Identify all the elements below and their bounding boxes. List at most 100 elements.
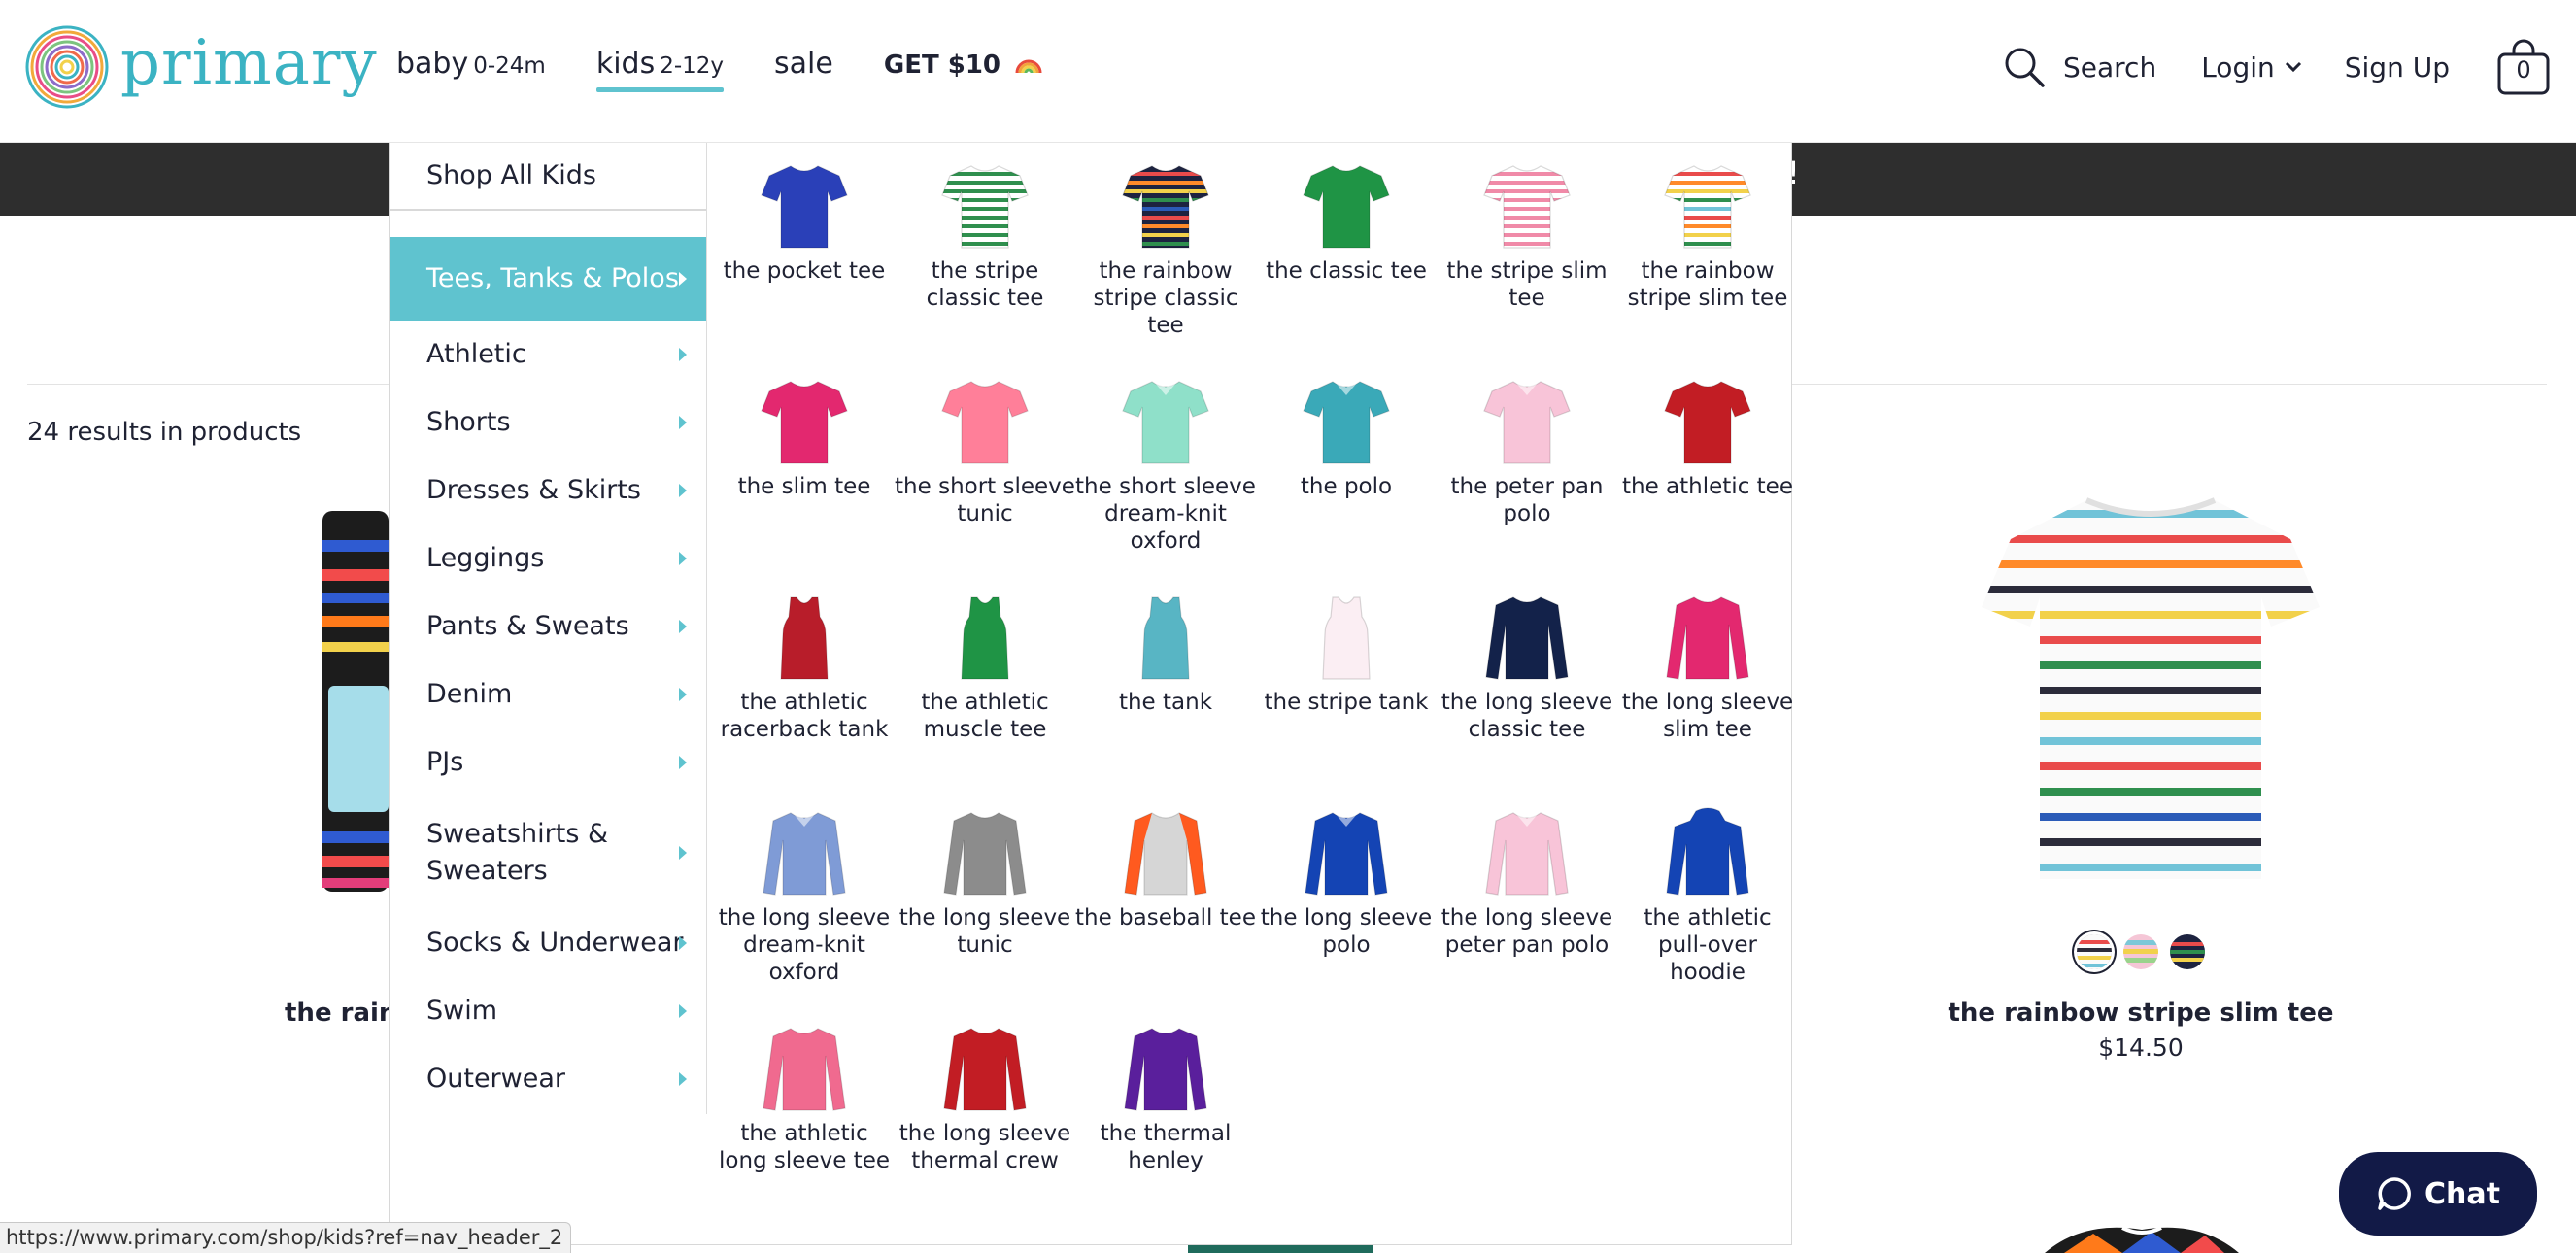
category-item[interactable]: Denim xyxy=(390,660,706,728)
product-tile[interactable]: the athletic racerback tank xyxy=(714,592,895,743)
chat-label: Chat xyxy=(2424,1176,2500,1211)
product-tile[interactable]: the athletic tee xyxy=(1617,376,1798,500)
site-header: primary baby 0-24m kids 2-12y sale GET $10 xyxy=(0,0,2576,143)
product-tile[interactable]: the athletic pull-over hoodie xyxy=(1617,807,1798,986)
product-tile[interactable]: the rainbow stripe slim tee xyxy=(1617,160,1798,312)
caret-right-icon xyxy=(679,620,687,633)
nav-sale[interactable]: sale xyxy=(774,47,833,81)
category-item[interactable]: PJs xyxy=(390,728,706,796)
signup-link[interactable]: Sign Up xyxy=(2345,51,2450,84)
category-label: Athletic xyxy=(426,339,526,369)
category-item[interactable]: Sweatshirts & Sweaters xyxy=(390,796,706,909)
product-tile[interactable]: the stripe slim tee xyxy=(1437,160,1617,312)
category-label: Sweatshirts & Sweaters xyxy=(426,819,609,886)
category-label: Shorts xyxy=(426,407,511,437)
product-tile[interactable]: the short sleeve tunic xyxy=(895,376,1075,527)
product-tile-label: the long sleeve tunic xyxy=(898,905,1071,958)
product-tile-label: the athletic long sleeve tee xyxy=(718,1121,890,1173)
garment-thumbnail xyxy=(1485,811,1569,896)
product-tile[interactable]: the pocket tee xyxy=(714,160,895,285)
product-tile[interactable]: the baseball tee xyxy=(1075,807,1256,931)
caret-right-icon xyxy=(679,552,687,565)
swatch-rainbow-white[interactable] xyxy=(2077,934,2112,969)
product-tile-label: the pocket tee xyxy=(723,258,886,284)
logo[interactable]: primary xyxy=(25,25,378,109)
search-icon xyxy=(2005,48,2045,87)
product-tile[interactable]: the peter pan polo xyxy=(1437,376,1617,527)
product-tile-label: the short sleeve tunic xyxy=(895,474,1075,526)
garment-thumbnail xyxy=(1664,381,1751,464)
product-tile-label: the long sleeve thermal crew xyxy=(898,1121,1071,1173)
category-item[interactable]: Tees, Tanks & Polos xyxy=(390,237,706,321)
login-dropdown[interactable]: Login xyxy=(2201,51,2302,84)
product-image[interactable] xyxy=(1970,481,2331,898)
search-label: Search xyxy=(2063,51,2157,84)
nav-sale-label: sale xyxy=(774,47,833,81)
product-image-peek xyxy=(2025,1216,2258,1253)
caret-right-icon xyxy=(679,484,687,497)
search-button[interactable]: Search xyxy=(2003,46,2156,88)
nav-kids[interactable]: kids 2-12y xyxy=(595,47,725,92)
product-title[interactable]: the rainbow stripe slim tee xyxy=(1943,999,2339,1028)
category-item[interactable]: Dresses & Skirts xyxy=(390,457,706,525)
garment-thumbnail xyxy=(1483,380,1571,464)
garment-thumbnail xyxy=(1122,380,1209,464)
category-item[interactable]: Pants & Sweats xyxy=(390,593,706,660)
nav-baby[interactable]: baby 0-24m xyxy=(396,47,546,81)
product-tile[interactable]: the long sleeve polo xyxy=(1256,807,1437,959)
chat-button[interactable]: Chat xyxy=(2339,1152,2537,1236)
category-item[interactable]: Outerwear xyxy=(390,1045,706,1113)
product-tile[interactable]: the long sleeve dream-knit oxford xyxy=(714,807,895,986)
category-label: Outerwear xyxy=(426,1064,566,1094)
category-label: Leggings xyxy=(426,543,545,573)
product-tile-label: the athletic racerback tank xyxy=(720,690,889,742)
caret-right-icon xyxy=(679,416,687,429)
product-tile[interactable]: the classic tee xyxy=(1256,160,1437,285)
shop-all-kids-link[interactable]: Shop All Kids xyxy=(426,160,596,190)
product-tile[interactable]: the long sleeve thermal crew xyxy=(895,1023,1075,1174)
logo-rings-icon xyxy=(25,25,109,109)
category-label: Swim xyxy=(426,996,498,1026)
divider xyxy=(390,209,706,211)
product-image-peek xyxy=(1188,1245,1373,1253)
product-tile[interactable]: the thermal henley xyxy=(1075,1023,1256,1174)
nav-get-10[interactable]: GET $10 xyxy=(884,50,1042,80)
product-tile[interactable]: the tank xyxy=(1075,592,1256,716)
patterned-sweater-image xyxy=(2045,1226,2239,1253)
product-tile[interactable]: the long sleeve slim tee xyxy=(1617,592,1798,743)
category-label: PJs xyxy=(426,747,464,777)
nav-baby-label: baby xyxy=(396,47,469,81)
product-tile[interactable]: the athletic muscle tee xyxy=(895,592,1075,743)
product-tile[interactable]: the stripe classic tee xyxy=(895,160,1075,312)
category-item[interactable]: Shorts xyxy=(390,389,706,457)
product-tile-label: the peter pan polo xyxy=(1450,474,1604,526)
swatch-rainbow-pastel[interactable] xyxy=(2123,934,2158,969)
swatch-rainbow-navy[interactable] xyxy=(2170,934,2205,969)
category-label: Dresses & Skirts xyxy=(426,475,641,505)
product-tile[interactable]: the long sleeve tunic xyxy=(895,807,1075,959)
product-tile[interactable]: the rainbow stripe classic tee xyxy=(1075,160,1256,339)
category-item[interactable]: Athletic xyxy=(390,321,706,389)
category-item[interactable]: Leggings xyxy=(390,525,706,593)
product-tile[interactable]: the long sleeve peter pan polo xyxy=(1437,807,1617,959)
category-item[interactable]: Swim xyxy=(390,977,706,1045)
caret-right-icon xyxy=(679,1072,687,1086)
product-tile[interactable]: the athletic long sleeve tee xyxy=(714,1023,895,1174)
product-tile[interactable]: the polo xyxy=(1256,376,1437,500)
cart-count: 0 xyxy=(2516,56,2531,84)
garment-thumbnail xyxy=(1322,596,1371,680)
product-tile[interactable]: the long sleeve classic tee xyxy=(1437,592,1617,743)
product-image-partial[interactable] xyxy=(319,511,389,892)
utility-nav: Search Login Sign Up 0 xyxy=(2003,39,2576,95)
product-tile-label: the rainbow stripe classic tee xyxy=(1093,258,1238,338)
category-item[interactable]: Socks & Underwear xyxy=(390,909,706,977)
product-tile[interactable]: the slim tee xyxy=(714,376,895,500)
product-tile[interactable]: the short sleeve dream-knit oxford xyxy=(1075,376,1256,555)
swatch-rainbow-navy-icon xyxy=(2170,934,2205,969)
product-tile-label: the stripe tank xyxy=(1264,690,1429,715)
cart-button[interactable]: 0 xyxy=(2496,39,2551,95)
product-tile[interactable]: the stripe tank xyxy=(1256,592,1437,716)
garment-thumbnail xyxy=(1483,165,1571,249)
category-label: Denim xyxy=(426,679,513,709)
nav-kids-label: kids xyxy=(595,47,656,81)
